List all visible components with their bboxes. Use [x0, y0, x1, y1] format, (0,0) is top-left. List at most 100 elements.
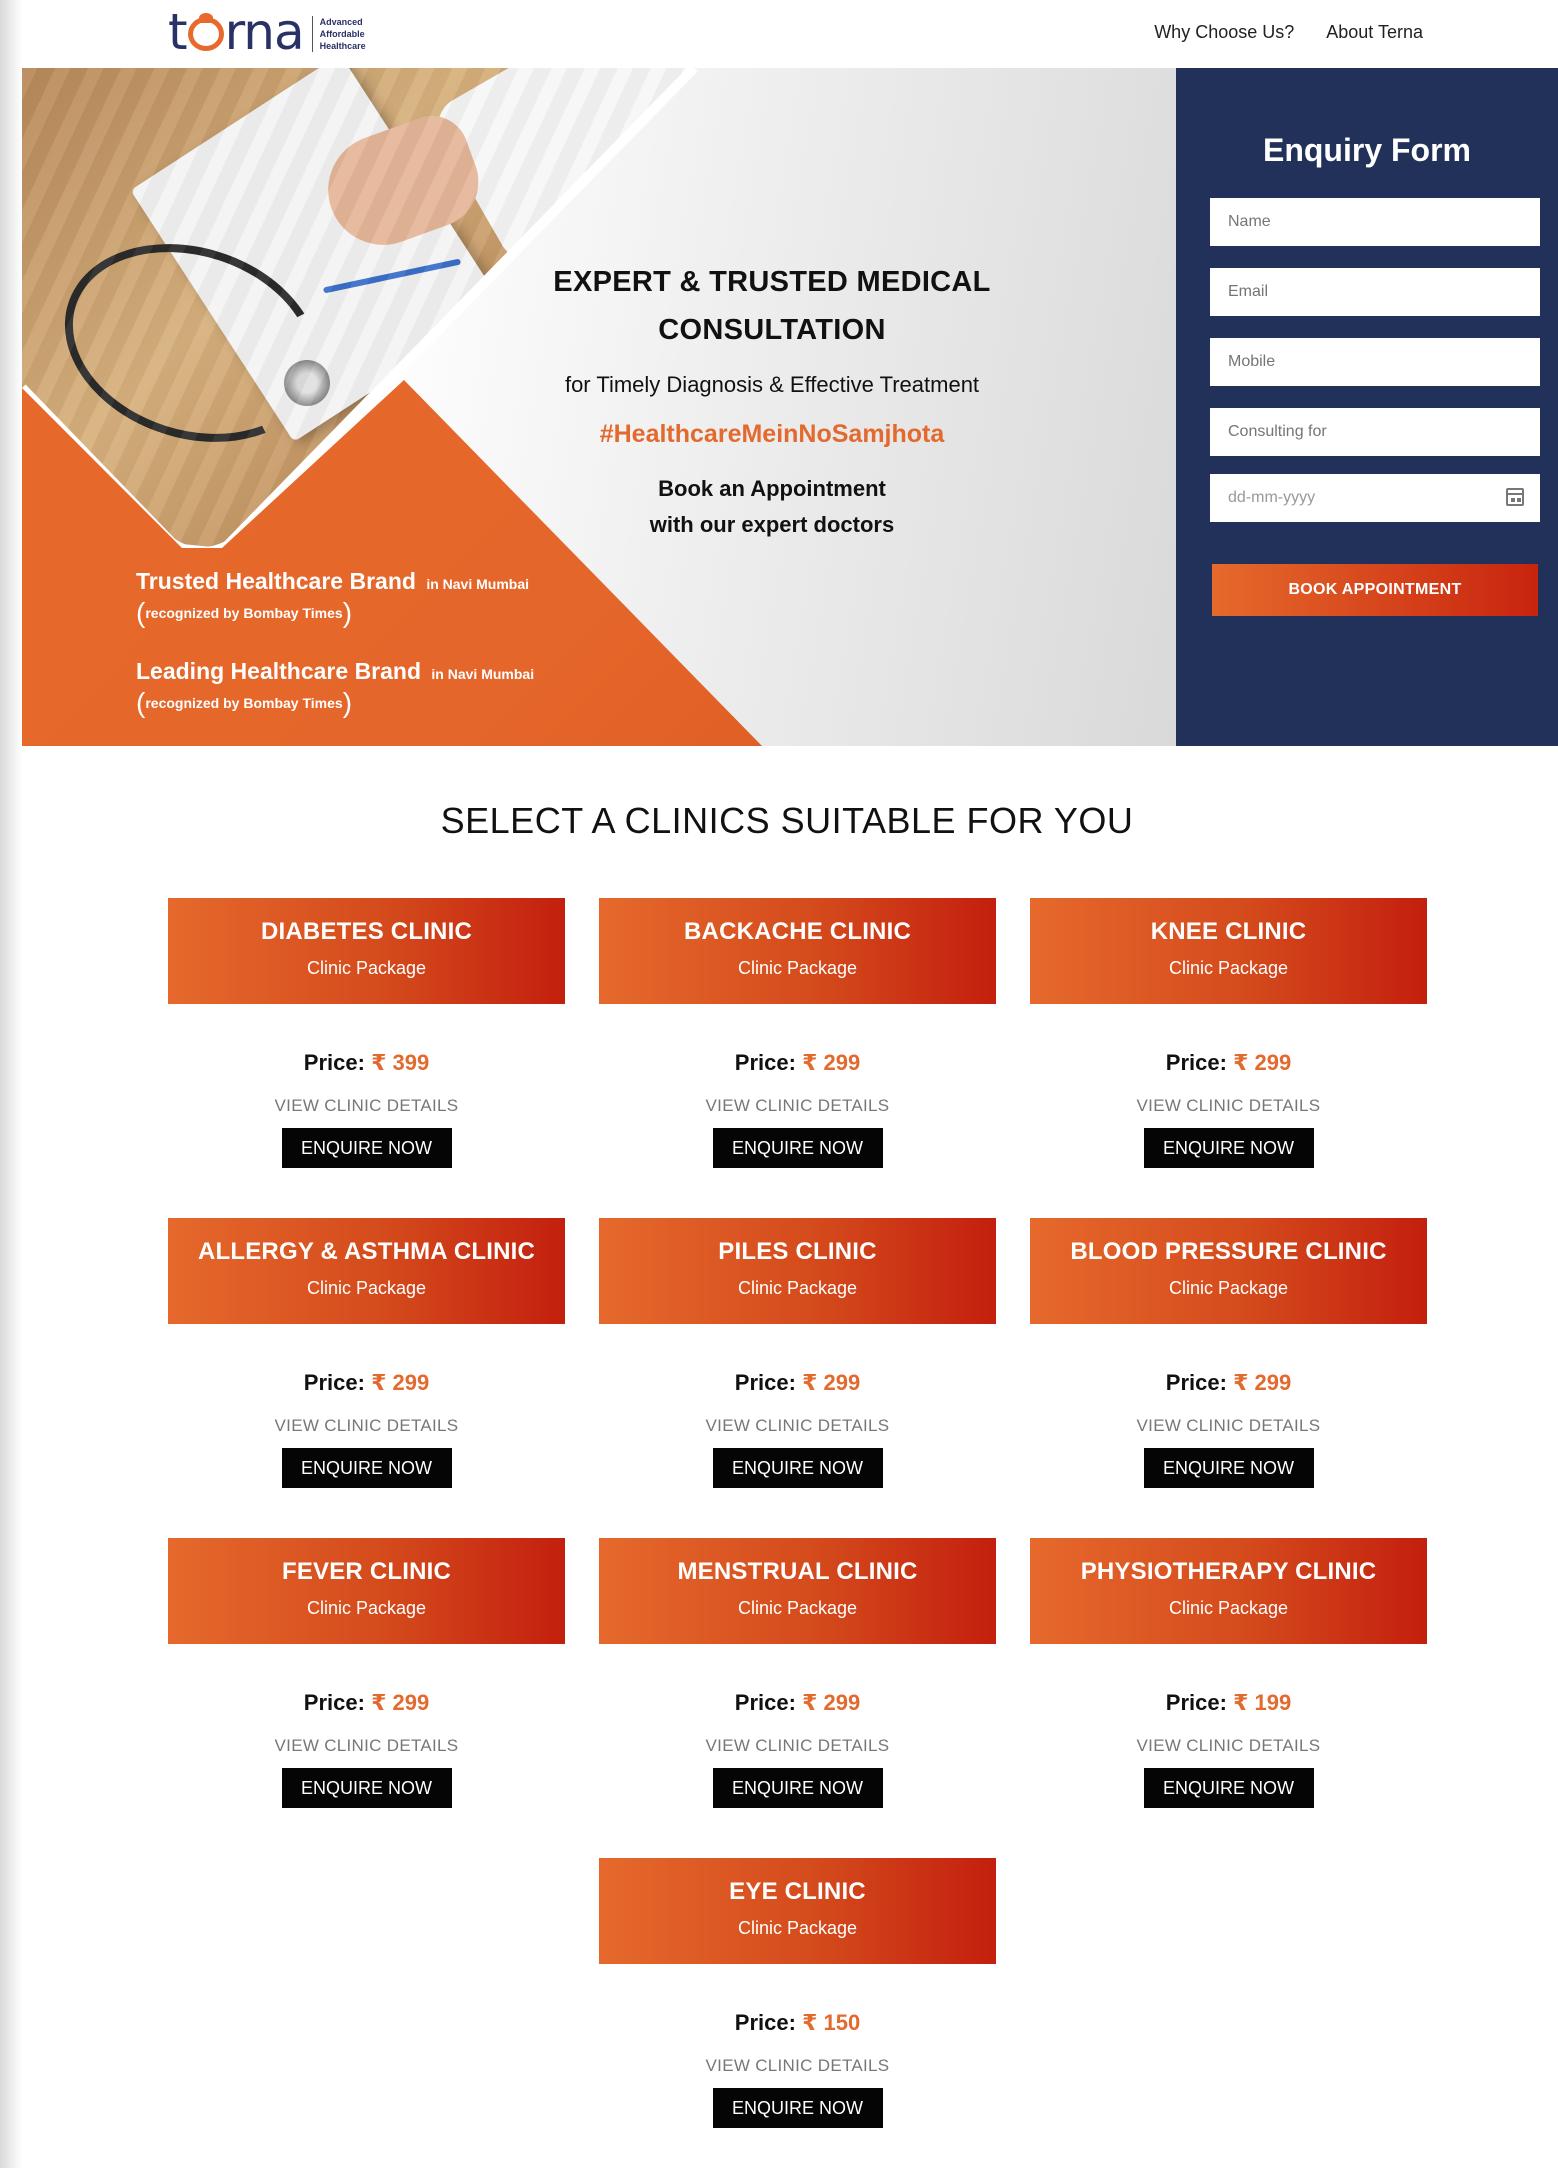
clinic-package-label: Clinic Package	[737, 1918, 858, 1938]
brand-claim-note: (recognized by Bombay Times)	[136, 597, 353, 628]
clinic-package-label: Clinic Package	[1168, 1278, 1289, 1298]
view-clinic-details-link[interactable]: VIEW CLINIC DETAILS	[599, 1416, 996, 1436]
clinic-price: Price: ₹ 299	[303, 1370, 430, 1395]
clinic-name: BLOOD PRESSURE CLINIC	[1070, 1238, 1387, 1265]
enquire-now-button[interactable]: ENQUIRE NOW	[281, 1768, 452, 1808]
nav-why-choose-us[interactable]: Why Choose Us?	[1154, 22, 1294, 43]
view-clinic-details-link[interactable]: VIEW CLINIC DETAILS	[168, 1416, 565, 1436]
logo-wordmark: trna HOSPITAL	[168, 6, 319, 83]
view-clinic-details-link[interactable]: VIEW CLINIC DETAILS	[168, 1736, 565, 1756]
hero-book-line: Book an Appointment	[658, 476, 886, 501]
clinic-card: MENSTRUAL CLINIC Clinic Package Price: ₹…	[599, 1538, 996, 1838]
clinic-card: FEVER CLINIC Clinic Package Price: ₹ 299…	[168, 1538, 565, 1838]
clinic-header[interactable]: DIABETES CLINIC Clinic Package	[168, 898, 565, 1004]
clinic-header[interactable]: FEVER CLINIC Clinic Package	[168, 1538, 565, 1644]
clinic-card: ALLERGY & ASTHMA CLINIC Clinic Package P…	[168, 1218, 565, 1518]
clinic-package-label: Clinic Package	[306, 1278, 427, 1298]
clinic-package-label: Clinic Package	[306, 958, 427, 978]
view-clinic-details-link[interactable]: VIEW CLINIC DETAILS	[1030, 1416, 1427, 1436]
clinic-package-label: Clinic Package	[306, 1598, 427, 1618]
view-clinic-details-link[interactable]: VIEW CLINIC DETAILS	[599, 1736, 996, 1756]
nav-about-terna[interactable]: About Terna	[1326, 22, 1423, 43]
view-clinic-details-link[interactable]: VIEW CLINIC DETAILS	[599, 1096, 996, 1116]
enquire-now-button[interactable]: ENQUIRE NOW	[1143, 1448, 1314, 1488]
enquire-now-button[interactable]: ENQUIRE NOW	[281, 1448, 452, 1488]
clinic-package-label: Clinic Package	[737, 1278, 858, 1298]
doctor-hands-shape	[312, 105, 492, 261]
doctor-sleeve-shape	[427, 68, 694, 271]
brand-claim-2: Leading Healthcare Brand in Navi Mumbai …	[136, 658, 534, 719]
logo-tag-line: Advanced	[319, 17, 363, 27]
view-clinic-details-link[interactable]: VIEW CLINIC DETAILS	[599, 2056, 996, 2076]
mobile-input[interactable]	[1210, 338, 1540, 386]
enquire-now-button[interactable]: ENQUIRE NOW	[712, 2088, 883, 2128]
brand-claim-title: Leading Healthcare Brand in Navi Mumbai	[136, 658, 535, 684]
top-header: trna HOSPITAL Advanced Affordable Health…	[22, 0, 1558, 83]
clinic-price: Price: ₹ 299	[734, 1690, 861, 1715]
brand-claim-title: Trusted Healthcare Brand in Navi Mumbai	[136, 568, 529, 594]
clinic-name: KNEE CLINIC	[1150, 918, 1307, 945]
clinic-price: Price: ₹ 399	[303, 1050, 430, 1075]
enquire-now-button[interactable]: ENQUIRE NOW	[712, 1128, 883, 1168]
clinic-package-label: Clinic Package	[1168, 958, 1289, 978]
clinic-price: Price: ₹ 299	[1165, 1370, 1292, 1395]
date-input[interactable]: dd-mm-yyyy	[1210, 474, 1540, 522]
clinic-card: PHYSIOTHERAPY CLINIC Clinic Package Pric…	[1030, 1538, 1427, 1838]
consulting-for-input[interactable]	[1210, 408, 1540, 456]
terna-hospital-logo[interactable]: trna HOSPITAL Advanced Affordable Health…	[168, 6, 366, 83]
clinic-header[interactable]: ALLERGY & ASTHMA CLINIC Clinic Package	[168, 1218, 565, 1324]
hero-banner: Trusted Healthcare Brand in Navi Mumbai …	[22, 68, 1176, 746]
clinic-card: PILES CLINIC Clinic Package Price: ₹ 299…	[599, 1218, 996, 1518]
book-appointment-button[interactable]: BOOK APPOINTMENT	[1212, 564, 1538, 616]
clinic-price: Price: ₹ 299	[1165, 1050, 1292, 1075]
clinic-header[interactable]: PHYSIOTHERAPY CLINIC Clinic Package	[1030, 1538, 1427, 1644]
enquiry-form: Enquiry Form dd-mm-yyyy BOOK APPOINTMENT	[1176, 68, 1558, 746]
clinic-header[interactable]: MENSTRUAL CLINIC Clinic Package	[599, 1538, 996, 1644]
hero-message: EXPERT & TRUSTED MEDICAL CONSULTATION fo…	[492, 258, 1052, 543]
clinic-card: BACKACHE CLINIC Clinic Package Price: ₹ …	[599, 898, 996, 1198]
clinic-card: BLOOD PRESSURE CLINIC Clinic Package Pri…	[1030, 1218, 1427, 1518]
view-clinic-details-link[interactable]: VIEW CLINIC DETAILS	[168, 1096, 565, 1116]
logo-tagline: Advanced Affordable Healthcare	[311, 16, 366, 52]
clinic-package-label: Clinic Package	[1168, 1598, 1289, 1618]
clinic-price: Price: ₹ 199	[1165, 1690, 1292, 1715]
hero-title: EXPERT & TRUSTED MEDICAL CONSULTATION	[553, 266, 991, 346]
hero-subtitle: for Timely Diagnosis & Effective Treatme…	[564, 372, 980, 397]
landing-page: trna HOSPITAL Advanced Affordable Health…	[0, 0, 1558, 2168]
clinic-price: Price: ₹ 150	[734, 2010, 861, 2035]
clinic-header[interactable]: BLOOD PRESSURE CLINIC Clinic Package	[1030, 1218, 1427, 1324]
hero-hashtag: #HealthcareMeinNoSamjhota	[599, 420, 945, 448]
brand-claim-note: (recognized by Bombay Times)	[136, 687, 353, 718]
enquire-now-button[interactable]: ENQUIRE NOW	[712, 1768, 883, 1808]
enquire-now-button[interactable]: ENQUIRE NOW	[281, 1128, 452, 1168]
clinic-price: Price: ₹ 299	[734, 1050, 861, 1075]
enquire-now-button[interactable]: ENQUIRE NOW	[1143, 1128, 1314, 1168]
clinics-section-title: SELECT A CLINICS SUITABLE FOR YOU	[440, 800, 1134, 841]
enquire-now-button[interactable]: ENQUIRE NOW	[1143, 1768, 1314, 1808]
clinic-name: ALLERGY & ASTHMA CLINIC	[197, 1238, 536, 1265]
email-input[interactable]	[1210, 268, 1540, 316]
clinic-card: KNEE CLINIC Clinic Package Price: ₹ 299 …	[1030, 898, 1427, 1198]
stethoscope-icon	[39, 212, 345, 474]
clinic-name: FEVER CLINIC	[281, 1558, 452, 1585]
clinic-header[interactable]: BACKACHE CLINIC Clinic Package	[599, 898, 996, 1004]
clinic-header[interactable]: KNEE CLINIC Clinic Package	[1030, 898, 1427, 1004]
name-input[interactable]	[1210, 198, 1540, 246]
enquire-now-button[interactable]: ENQUIRE NOW	[712, 1448, 883, 1488]
brand-claim-1: Trusted Healthcare Brand in Navi Mumbai …	[136, 568, 529, 629]
page-edge-shadow	[0, 0, 22, 2168]
clinic-card: EYE CLINIC Clinic Package Price: ₹ 150 V…	[599, 1858, 996, 2158]
view-clinic-details-link[interactable]: VIEW CLINIC DETAILS	[1030, 1736, 1427, 1756]
clinic-header[interactable]: PILES CLINIC Clinic Package	[599, 1218, 996, 1324]
clinic-price: Price: ₹ 299	[734, 1370, 861, 1395]
form-title: Enquiry Form	[1262, 132, 1471, 168]
main-nav: Why Choose Us? About Terna	[1154, 22, 1423, 43]
calendar-icon[interactable]	[1506, 488, 1524, 506]
clinic-card: DIABETES CLINIC Clinic Package Price: ₹ …	[168, 898, 565, 1198]
clinic-package-label: Clinic Package	[737, 958, 858, 978]
date-placeholder: dd-mm-yyyy	[1228, 489, 1316, 506]
clinic-header[interactable]: EYE CLINIC Clinic Package	[599, 1858, 996, 1964]
view-clinic-details-link[interactable]: VIEW CLINIC DETAILS	[1030, 1096, 1427, 1116]
clinic-name: PHYSIOTHERAPY CLINIC	[1080, 1558, 1377, 1585]
clinic-price: Price: ₹ 299	[303, 1690, 430, 1715]
